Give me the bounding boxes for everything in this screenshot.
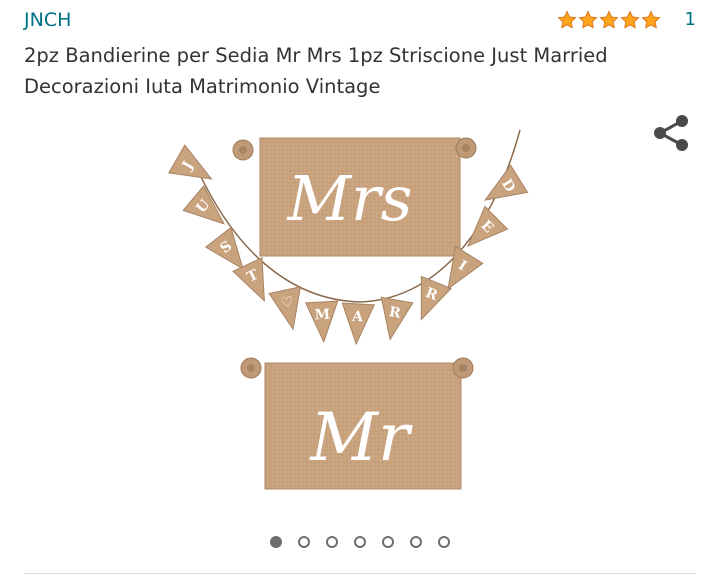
carousel-dot[interactable] bbox=[326, 536, 338, 548]
carousel-dot[interactable] bbox=[354, 536, 366, 548]
rating[interactable]: 1 bbox=[556, 9, 696, 31]
product-title: 2pz Bandierine per Sedia Mr Mrs 1pz Stri… bbox=[24, 44, 608, 98]
banner-pennant: E bbox=[467, 205, 509, 247]
star-icon bbox=[640, 10, 661, 29]
banner-pennant: U bbox=[182, 184, 226, 225]
star-rating[interactable] bbox=[556, 10, 661, 30]
divider bbox=[24, 573, 696, 574]
banner-pennant: ♡ bbox=[268, 286, 302, 331]
banner-pennant: R bbox=[420, 275, 452, 321]
brand-link[interactable]: JNCH bbox=[24, 8, 71, 32]
mrs-sign: Mrs bbox=[232, 137, 477, 257]
pennant-letter: A bbox=[351, 309, 365, 326]
carousel-dot[interactable] bbox=[410, 536, 422, 548]
mr-sign: Mr bbox=[240, 357, 474, 490]
star-icon bbox=[619, 10, 640, 29]
star-icon bbox=[577, 10, 598, 29]
banner-pennant: A bbox=[341, 302, 376, 346]
banner-pennant: D bbox=[484, 164, 529, 201]
share-icon[interactable] bbox=[650, 112, 692, 154]
banner-pennant: M bbox=[304, 300, 339, 344]
mr-sign-text: Mr bbox=[309, 399, 413, 476]
star-icon bbox=[556, 10, 577, 29]
banner-pennant: R bbox=[380, 296, 414, 341]
carousel-dot[interactable] bbox=[382, 536, 394, 548]
carousel-dots[interactable] bbox=[0, 536, 720, 552]
rating-count[interactable]: 1 bbox=[685, 9, 696, 31]
product-image[interactable]: Mrs JUST♡M A RRIED Mr bbox=[0, 110, 720, 530]
banner-pennant: J bbox=[168, 144, 213, 180]
pennant-letter: M bbox=[314, 307, 330, 324]
mrs-sign-text: Mrs bbox=[287, 162, 413, 235]
carousel-dot[interactable] bbox=[298, 536, 310, 548]
carousel-dot[interactable] bbox=[438, 536, 450, 548]
carousel-dot[interactable] bbox=[270, 536, 282, 548]
star-icon bbox=[598, 10, 619, 29]
